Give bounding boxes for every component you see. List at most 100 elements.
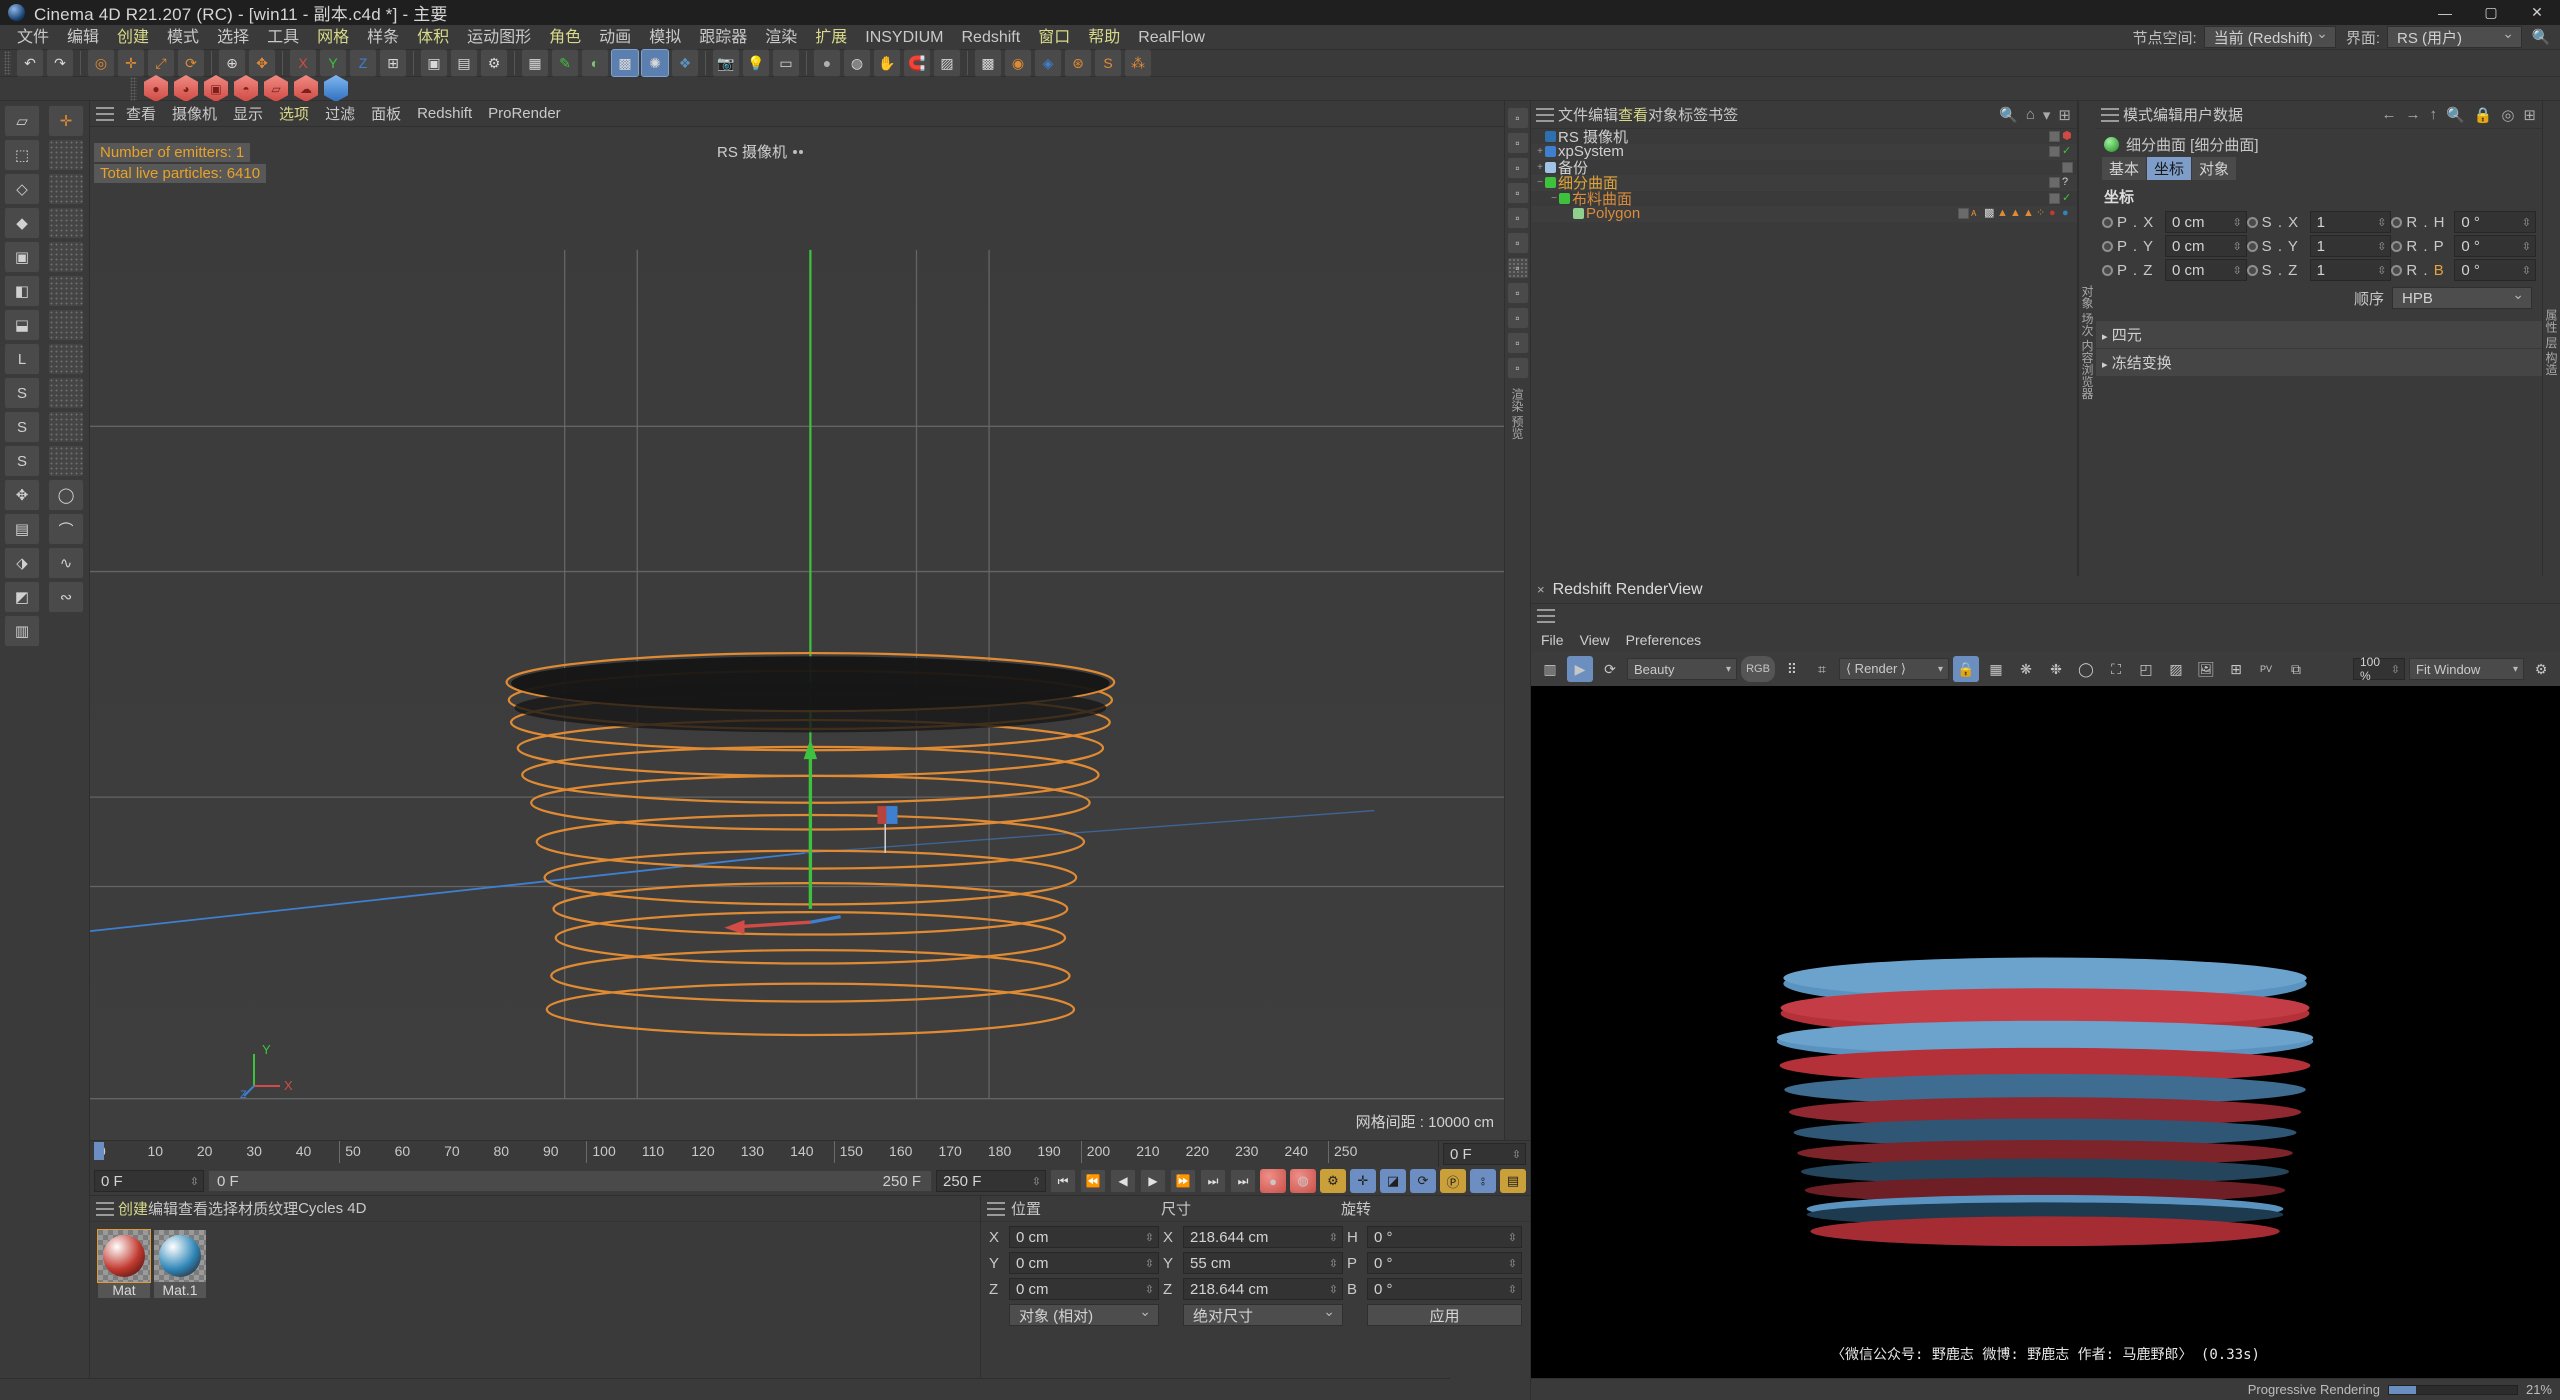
attr-scale-radio[interactable] <box>2246 216 2258 228</box>
menu-item-20[interactable]: RealFlow <box>1129 25 1214 50</box>
tab-basic[interactable]: 基本 <box>2102 157 2147 180</box>
rv-grid-icon[interactable]: ▦ <box>1983 656 2009 682</box>
vp-menu-view[interactable]: 查看 <box>118 103 164 124</box>
rv-area-icon[interactable]: ◰ <box>2133 656 2159 682</box>
timeline-scrollbar[interactable]: 0 F 250 F <box>208 1170 932 1192</box>
interface-select[interactable]: RS (用户) <box>2387 25 2522 48</box>
rv-refresh-icon[interactable]: ⟳ <box>1597 656 1623 682</box>
material-hamburger-icon[interactable] <box>96 1201 114 1216</box>
rv-stop-icon[interactable]: ▥ <box>1537 656 1563 682</box>
array-icon[interactable]: ▩ <box>611 49 639 77</box>
attr-forward-icon[interactable]: → <box>2405 106 2420 124</box>
tree-twirl[interactable]: + <box>1535 162 1545 173</box>
s-icon[interactable]: S <box>1094 49 1122 77</box>
om-menu-bookmarks[interactable]: 书签 <box>1708 104 1738 125</box>
prev-key-button[interactable]: ⏪ <box>1080 1169 1106 1193</box>
cube-icon[interactable]: ▦ <box>521 49 549 77</box>
rv-snowg-icon[interactable]: ❉ <box>2043 656 2069 682</box>
paint-icon[interactable]: ✋ <box>873 49 901 77</box>
visibility-toggle[interactable] <box>2062 161 2073 173</box>
texture-mode-icon[interactable]: ⬓ <box>4 309 40 341</box>
dots-grid5-icon[interactable] <box>48 275 84 307</box>
object-tag-particle[interactable]: ⁘ <box>2036 208 2047 219</box>
key-scale-button[interactable]: ◪ <box>1380 1169 1406 1193</box>
pos-field[interactable]: 0 cm <box>1009 1252 1159 1274</box>
menu-item-13[interactable]: 跟踪器 <box>690 25 756 50</box>
render-settings-icon[interactable]: ⚙ <box>480 49 508 77</box>
curve1-icon[interactable]: ⌒ <box>48 513 84 545</box>
attr-pos-radio[interactable] <box>2102 216 2113 228</box>
menu-item-8[interactable]: 体积 <box>408 25 458 50</box>
menu-item-4[interactable]: 选择 <box>208 25 258 50</box>
material-swatch[interactable] <box>97 1229 151 1283</box>
mat-menu-cycles4d[interactable]: Cycles 4D <box>298 1200 366 1217</box>
rv-region-icon[interactable]: ⛶ <box>2103 656 2129 682</box>
menu-item-15[interactable]: 扩展 <box>806 25 856 50</box>
next-key-button[interactable]: ⏭ <box>1200 1169 1226 1193</box>
visibility-toggle[interactable] <box>2049 192 2060 204</box>
world-axis-icon[interactable]: ⊕ <box>218 49 246 77</box>
renderview-aov-select[interactable]: Beauty <box>1627 658 1737 680</box>
lock-z-icon[interactable]: Z <box>349 49 377 77</box>
object-row[interactable]: Polygon ᴀ ▩ ▲ ▲ ▲ ⁘ ● ● <box>1531 205 2077 222</box>
attr-pos-field[interactable]: 0 cm <box>2165 235 2247 257</box>
rv-snow-icon[interactable]: ❋ <box>2013 656 2039 682</box>
lock-x-icon[interactable]: X <box>289 49 317 77</box>
target-icon[interactable]: ⊛ <box>1064 49 1092 77</box>
move-icon[interactable]: ✛ <box>117 49 145 77</box>
nurbs-icon[interactable]: ◐ <box>581 49 609 77</box>
visibility-toggle[interactable] <box>2049 130 2060 142</box>
menu-item-3[interactable]: 模式 <box>158 25 208 50</box>
quantize-icon[interactable]: ◩ <box>4 581 40 613</box>
attr-target-icon[interactable]: ◎ <box>2501 106 2514 124</box>
object-tag-xp[interactable]: ᴀ <box>1971 208 1982 219</box>
workplane-s1-icon[interactable]: S <box>4 377 40 409</box>
renderview-zoom-field[interactable]: 100 % <box>2353 655 2405 683</box>
magnet-icon[interactable]: 🧲 <box>903 49 931 77</box>
object-tag-tri[interactable]: ▲ <box>1997 208 2008 219</box>
attribute-side-tabs[interactable]: 属性 层 构造 <box>2542 101 2560 576</box>
attr-scale-radio[interactable] <box>2246 264 2258 276</box>
rv-pv-icon[interactable]: PV <box>2253 656 2279 682</box>
vp-menu-filter[interactable]: 过滤 <box>317 103 363 124</box>
deformer-icon[interactable]: ❖ <box>671 49 699 77</box>
workplane-s3-icon[interactable]: S <box>4 445 40 477</box>
vp-menu-options[interactable]: 选项 <box>271 103 317 124</box>
grid-view-icon[interactable]: ▫ <box>1506 257 1529 279</box>
axis-mode-icon[interactable]: L <box>4 343 40 375</box>
light-icon[interactable]: 💡 <box>742 49 770 77</box>
model-mode-icon[interactable]: ▣ <box>4 241 40 273</box>
rv-pixel-grid-icon[interactable]: ⠿ <box>1779 656 1805 682</box>
collapsed-quaternion[interactable]: ▸ 四元 <box>2096 320 2542 348</box>
autokey-button[interactable]: ◍ <box>1290 1169 1316 1193</box>
attr-scale-field[interactable]: 1 <box>2309 211 2392 233</box>
coord-relative-select[interactable]: 对象 (相对) <box>1009 1303 1159 1326</box>
persp-view-icon[interactable]: ▫ <box>1506 307 1529 329</box>
rs-dome-icon[interactable]: ◓ <box>232 75 260 103</box>
attr-rot-field[interactable]: 0 ° <box>2454 211 2537 233</box>
material-icon[interactable]: ● <box>813 49 841 77</box>
renderview-settings-gear-icon[interactable]: ⚙ <box>2528 656 2554 682</box>
rv-lock-icon[interactable]: 🔒 <box>1953 656 1979 682</box>
attr-menu-mode[interactable]: 模式 <box>2123 104 2153 125</box>
attr-up-icon[interactable]: ↑ <box>2429 106 2437 124</box>
live-selection-icon[interactable]: ◎ <box>87 49 115 77</box>
rv-image-icon[interactable]: 🖼 <box>2193 656 2219 682</box>
dots-grid4-icon[interactable] <box>48 241 84 273</box>
om-menu-edit[interactable]: 编辑 <box>1588 104 1618 125</box>
menu-item-19[interactable]: 帮助 <box>1079 25 1129 50</box>
tree-twirl[interactable]: − <box>1535 177 1545 188</box>
attr-pos-radio[interactable] <box>2102 240 2113 252</box>
rs-proxy-icon[interactable] <box>322 75 350 103</box>
menu-item-16[interactable]: INSYDIUM <box>856 25 952 50</box>
redo-icon[interactable]: ↷ <box>46 49 74 77</box>
point-mode-icon[interactable]: ⬚ <box>4 139 40 171</box>
menu-item-9[interactable]: 运动图形 <box>458 25 540 50</box>
object-tag-check[interactable]: ✓ <box>2062 192 2073 204</box>
next-frame-button[interactable]: ⏩ <box>1170 1169 1196 1193</box>
material-item[interactable]: Mat <box>97 1229 151 1298</box>
size-field[interactable]: 55 cm <box>1183 1252 1343 1274</box>
objman-filter-icon[interactable]: ▾ <box>2043 106 2051 124</box>
enable-axis-icon[interactable]: ✥ <box>4 479 40 511</box>
workplane-icon[interactable]: ▨ <box>933 49 961 77</box>
